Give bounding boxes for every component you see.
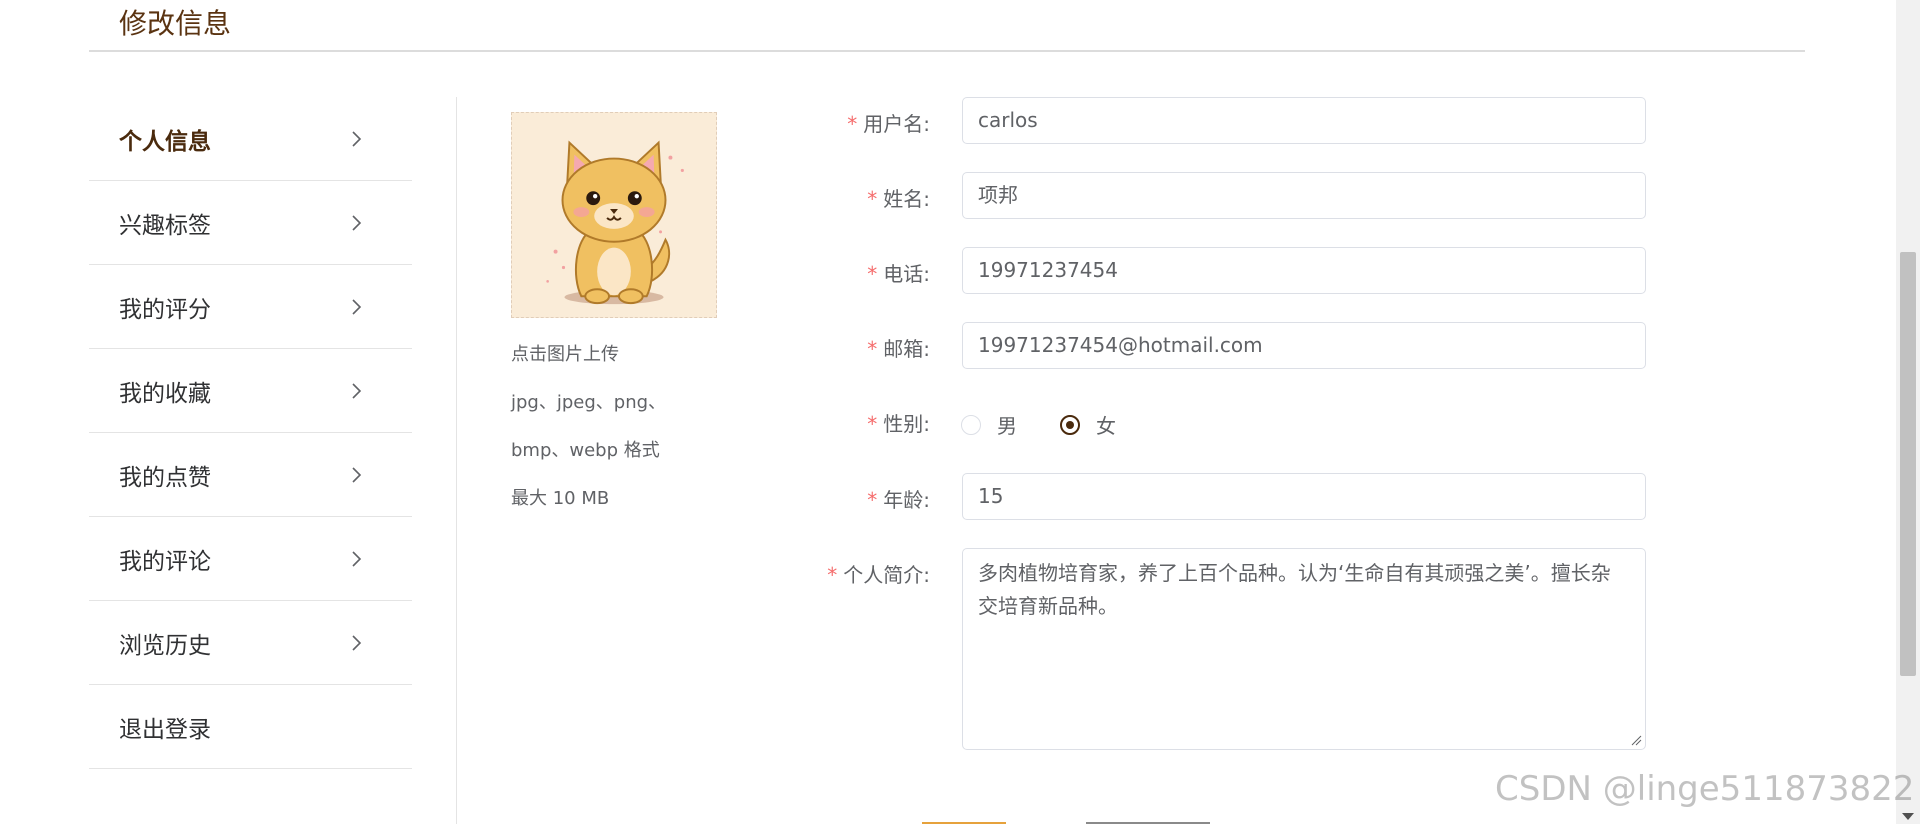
upload-format-hint: bmp、webp 格式 [511,440,660,461]
required-mark: * [867,488,878,512]
chevron-right-icon [352,466,362,483]
resize-grip-icon[interactable] [1631,735,1642,746]
gender-label: * 性别: [867,412,930,436]
title-divider [89,50,1805,52]
chevron-right-icon [352,214,362,231]
avatar-upload[interactable] [511,112,717,318]
required-mark: * [867,262,878,286]
bio-text: 多肉植物培育家，养了上百个品种。认为‘生命自有其顽强之美’。擅长杂交培育新品种。 [978,561,1611,618]
upload-size-hint: 最大 10 MB [511,488,610,509]
cat-avatar-image [512,113,716,317]
sidebar-item-my-ratings[interactable]: 我的评分 [89,265,412,349]
required-mark: * [847,112,858,136]
chevron-right-icon [352,382,362,399]
sidebar-item-label: 浏览历史 [119,632,211,659]
scroll-down-arrow-icon[interactable] [1902,813,1914,820]
sidebar: 个人信息 兴趣标签 我的评分 我的收藏 我的点赞 我的评论 浏览历史 退出登录 [89,97,412,769]
phone-input[interactable]: 19971237454 [962,247,1646,294]
sidebar-item-label: 我的收藏 [119,380,211,407]
radio-circle[interactable] [961,414,981,435]
upload-format-hint: jpg、jpeg、png、 [511,392,667,413]
sidebar-item-label: 我的评分 [119,296,211,323]
username-label: * 用户名: [847,112,930,136]
sidebar-item-my-comments[interactable]: 我的评论 [89,517,412,601]
sidebar-item-my-favorites[interactable]: 我的收藏 [89,349,412,433]
sidebar-divider [456,97,457,824]
sidebar-item-interest-tags[interactable]: 兴趣标签 [89,181,412,265]
chevron-right-icon [352,550,362,567]
required-mark: * [867,187,878,211]
age-label: * 年龄: [867,488,930,512]
chevron-right-icon [352,298,362,315]
page-scrollbar[interactable] [1896,0,1920,824]
phone-label: * 电话: [867,262,930,286]
name-input[interactable]: 项邦 [962,172,1646,219]
bio-label: * 个人简介: [827,563,930,587]
bio-textarea[interactable]: 多肉植物培育家，养了上百个品种。认为‘生命自有其顽强之美’。擅长杂交培育新品种。 [962,548,1646,750]
required-mark: * [867,337,878,361]
sidebar-item-label: 退出登录 [119,716,211,743]
email-label: * 邮箱: [867,337,930,361]
sidebar-item-my-likes[interactable]: 我的点赞 [89,433,412,517]
sidebar-item-logout[interactable]: 退出登录 [89,685,412,769]
required-mark: * [827,563,838,587]
email-input[interactable]: 19971237454@hotmail.com [962,322,1646,369]
age-input[interactable]: 15 [962,473,1646,520]
watermark: CSDN @linge511873822 [1495,769,1915,809]
sidebar-item-profile[interactable]: 个人信息 [89,97,412,181]
sidebar-item-label: 个人信息 [119,128,211,155]
chevron-right-icon [352,130,362,147]
radio-circle[interactable] [1060,414,1080,435]
name-label: * 姓名: [867,187,930,211]
sidebar-item-label: 我的评论 [119,548,211,575]
chevron-right-icon [352,634,362,651]
upload-hint: 点击图片上传 [511,344,619,365]
sidebar-item-label: 我的点赞 [119,464,211,491]
sidebar-item-browse-history[interactable]: 浏览历史 [89,601,412,685]
radio-label: 男 [997,414,1017,438]
sidebar-item-label: 兴趣标签 [119,212,211,239]
page-title: 修改信息 [119,7,232,40]
required-mark: * [867,412,878,436]
scrollbar-thumb[interactable] [1900,252,1916,676]
username-input[interactable]: carlos [962,97,1646,144]
radio-label: 女 [1096,414,1116,438]
gender-radio-female[interactable]: 女 [1060,410,1116,439]
gender-radio-male[interactable]: 男 [961,410,1017,439]
